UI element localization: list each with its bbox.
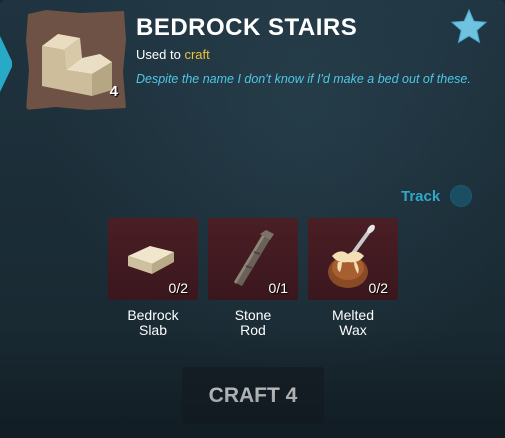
item-count: 4 — [109, 83, 118, 100]
ingredient-name-line1: Melted — [331, 307, 375, 323]
ingredient-slot-stone-rod[interactable]: 0/1 — [208, 218, 298, 300]
item-icon-frame: 4 — [26, 10, 126, 110]
ingredient-slot-bedrock-slab[interactable]: 0/2 — [108, 218, 198, 300]
ingredient-name-line1: Stone — [234, 307, 272, 323]
used-to-prefix: Used to — [136, 47, 181, 62]
ingredient-quantity: 0/1 — [268, 280, 288, 296]
item-description: Despite the name I don't know if I'd mak… — [136, 72, 471, 86]
craft-button[interactable]: CRAFT 4 — [182, 367, 324, 424]
used-to-keyword: craft — [184, 47, 210, 62]
star-icon[interactable] — [450, 8, 488, 44]
ingredient-name-bedrock-slab: Bedrock Slab — [108, 308, 198, 338]
ingredient-name-line1: Bedrock — [127, 307, 179, 323]
crafting-panel: 4 BEDROCK STAIRS Used to craft Despite t… — [0, 0, 505, 438]
track-label: Track — [401, 187, 441, 205]
ingredient-name-line2: Wax — [339, 322, 367, 338]
ingredient-name-stone-rod: Stone Rod — [208, 308, 298, 338]
ingredient-name-line2: Slab — [138, 322, 168, 338]
ingredient-quantity: 0/2 — [168, 280, 188, 296]
ingredient-quantity: 0/2 — [368, 280, 388, 296]
used-to-line: Used to craft — [136, 47, 210, 62]
ingredient-slot-melted-wax[interactable]: 0/2 — [308, 218, 398, 300]
bedrock-stairs-icon — [42, 34, 112, 96]
ingredient-name-melted-wax: Melted Wax — [308, 308, 398, 338]
ingredient-name-line2: Rod — [240, 322, 266, 338]
panel-edge-tab[interactable] — [0, 36, 12, 92]
track-radio-icon[interactable] — [450, 185, 473, 207]
item-title: BEDROCK STAIRS — [136, 14, 358, 41]
track-toggle[interactable]: Track — [401, 185, 473, 207]
